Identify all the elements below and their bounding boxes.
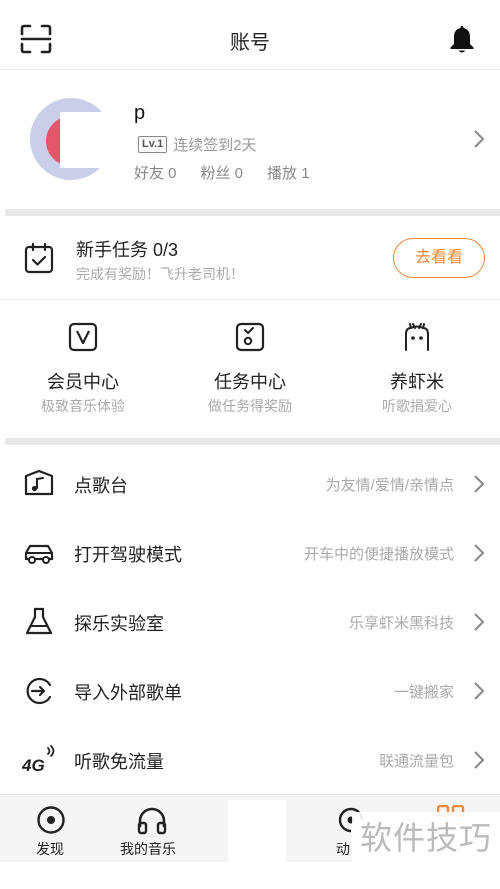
svg-text:4G: 4G [22, 756, 45, 774]
chevron-right-icon [474, 682, 485, 700]
tab-label: 我的音乐 [120, 841, 176, 857]
menu-item-label: 打开驾驶模式 [74, 545, 182, 565]
profile-card[interactable]: p Lv.1 连续签到2天 好友 0 粉丝 0 播放 1 [0, 70, 500, 210]
feature-grid: 会员中心 极致音乐体验 任务中心 做任务得奖励 养虾米 听歌捐爱心 [0, 300, 500, 438]
friends-count[interactable]: 好友 0 [134, 162, 177, 183]
profile-stats: 好友 0 粉丝 0 播放 1 [134, 162, 334, 183]
task-center-item[interactable]: 任务中心 做任务得奖励 [167, 300, 333, 438]
watermark: 软件技巧 [352, 812, 500, 864]
raise-shrimp-title: 养虾米 [390, 372, 444, 392]
vip-center-item[interactable]: 会员中心 极致音乐体验 [0, 300, 166, 438]
chevron-right-icon [474, 475, 485, 493]
menu-item-free-data[interactable]: 4G 听歌免流量 联通流量包 [0, 724, 500, 793]
task-title: 新手任务 0/3 [76, 240, 179, 260]
menu-item-label: 听歌免流量 [74, 752, 164, 772]
menu-item-label: 导入外部歌单 [74, 683, 182, 703]
section-divider [5, 209, 500, 216]
newbie-task-card[interactable]: 新手任务 0/3 完成有奖励！飞升老司机！ 去看看 [0, 220, 500, 300]
section-divider [5, 438, 500, 445]
menu-item-hint: 一键搬家 [393, 684, 454, 701]
menu-item-drive-mode[interactable]: 打开驾驶模式 开车中的便捷播放模式 [0, 517, 500, 586]
level-row: Lv.1 连续签到2天 [138, 134, 257, 155]
chevron-right-icon [474, 751, 485, 769]
menu-item-label: 探乐实验室 [74, 614, 164, 634]
discover-icon [37, 806, 65, 834]
task-icon [235, 322, 265, 352]
go-see-button[interactable]: 去看看 [393, 238, 485, 278]
chevron-right-icon [474, 613, 485, 631]
username: p [134, 102, 146, 124]
menu-item-label: 点歌台 [74, 476, 128, 496]
raise-shrimp-subtitle: 听歌捐爱心 [382, 398, 452, 414]
menu-item-hint: 为友情/爱情/亲情点 [325, 477, 454, 494]
menu-item-hint: 联通流量包 [378, 753, 454, 770]
top-bar: 账号 [0, 0, 500, 70]
avatar-redaction [60, 112, 112, 168]
task-subtitle: 完成有奖励！飞升老司机！ [76, 266, 244, 282]
menu-item-import-playlist[interactable]: 导入外部歌单 一键搬家 [0, 655, 500, 724]
task-center-subtitle: 做任务得奖励 [208, 398, 292, 414]
bell-icon[interactable] [448, 24, 476, 54]
music-box-icon [24, 469, 54, 496]
task-center-title: 任务中心 [214, 372, 286, 392]
4g-icon: 4G [22, 745, 55, 774]
plays-count[interactable]: 播放 1 [267, 162, 310, 183]
menu-item-song-request[interactable]: 点歌台 为友情/爱情/亲情点 [0, 448, 500, 517]
checkin-text: 连续签到2天 [173, 137, 257, 154]
headphones-icon [137, 807, 167, 835]
bottom-strip [0, 862, 500, 889]
chevron-right-icon [474, 130, 485, 148]
calendar-check-icon [24, 242, 54, 274]
center-tab-redaction [228, 800, 286, 870]
raise-shrimp-item[interactable]: 养虾米 听歌捐爱心 [334, 300, 500, 438]
tab-label: 动 [336, 841, 350, 857]
vip-icon [68, 322, 98, 352]
level-badge: Lv.1 [138, 136, 168, 153]
fans-count[interactable]: 粉丝 0 [201, 162, 244, 183]
flask-icon [25, 607, 53, 635]
vip-center-title: 会员中心 [47, 372, 119, 392]
menu-item-hint: 开车中的便捷播放模式 [303, 546, 454, 563]
menu-item-lab[interactable]: 探乐实验室 乐享虾米黑科技 [0, 586, 500, 655]
menu-item-hint: 乐享虾米黑科技 [348, 615, 454, 632]
shrimp-icon [405, 323, 429, 351]
tab-label: 发现 [36, 841, 64, 857]
car-icon [24, 544, 54, 564]
page-title: 账号 [230, 32, 270, 54]
vip-center-subtitle: 极致音乐体验 [41, 398, 125, 414]
import-icon [26, 677, 52, 705]
chevron-right-icon [474, 544, 485, 562]
